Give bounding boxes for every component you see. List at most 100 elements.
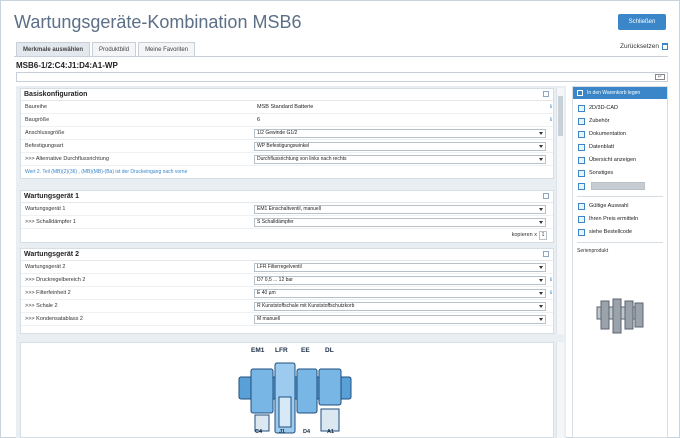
overview-icon — [578, 157, 585, 164]
collapse-icon[interactable] — [543, 91, 549, 97]
tab-merkmale[interactable]: Merkmale auswählen — [16, 42, 91, 56]
row-baugroesse: Baugröße 6 ℹ — [21, 114, 553, 127]
row-label: >>> Schalldämpfer 1 — [25, 219, 76, 225]
unit-label-lfr: LFR — [275, 347, 288, 354]
wartung1-panel: Wartungsgerät 1 Wartungsgerät 1 EM1 Eins… — [20, 190, 554, 243]
documentation-link[interactable]: Dokumentation — [573, 128, 667, 141]
row-filter: >>> Filterfeinheit 2 E 40 µm ℹ — [21, 287, 553, 300]
tab-divider — [14, 56, 668, 57]
collapse-icon[interactable] — [543, 251, 549, 257]
divider — [577, 242, 663, 243]
close-button[interactable]: Schließen — [618, 14, 666, 30]
schalldaempfer-select[interactable]: S Schalldämpfer — [254, 218, 546, 227]
cad-icon — [578, 105, 585, 112]
add-to-cart-label: In den Warenkorb legen — [587, 90, 641, 96]
overview-link[interactable]: Übersicht anzeigen — [573, 154, 667, 167]
filter-select[interactable]: E 40 µm — [254, 289, 546, 298]
quantity-icon — [578, 183, 585, 190]
misc-link[interactable]: Sonstiges — [573, 167, 667, 180]
row-wartungsgeraet1: Wartungsgerät 1 EM1 Einschaltventil, man… — [21, 203, 553, 216]
tab-bar: Merkmale auswählen Produktbild Meine Fav… — [16, 42, 197, 56]
row-druckregel: >>> Druckregelbereich 2 D7 0,5 ... 12 ba… — [21, 274, 553, 287]
misc-icon — [578, 170, 585, 177]
check-icon — [578, 203, 585, 210]
row-label: >>> Alternative Durchflussrichtung — [25, 156, 109, 162]
row-label: >>> Filterfeinheit 2 — [25, 290, 71, 296]
row-label: >>> Schale 2 — [25, 303, 58, 309]
unit-code-d4: D4 — [303, 429, 311, 435]
wartungsgeraet1-select[interactable]: EM1 Einschaltventil, manuell — [254, 205, 546, 214]
row-value: MSB Standard Batterie — [257, 104, 314, 110]
chevron-down-icon — [539, 305, 543, 308]
quantity-input[interactable] — [591, 182, 645, 190]
accessory-icon — [578, 118, 585, 125]
document-icon — [578, 131, 585, 138]
code-input[interactable]: ↵ — [16, 72, 668, 82]
copy-count-input[interactable]: 1 — [539, 231, 547, 240]
price-icon — [578, 216, 585, 223]
row-kondensat: >>> Kondensatablass 2 M manuell — [21, 313, 553, 326]
info-icon[interactable]: ℹ — [550, 101, 552, 114]
cart-icon — [577, 90, 583, 96]
chevron-down-icon — [539, 145, 543, 148]
serien-product-icon — [596, 298, 644, 334]
row-label: Wartungsgerät 1 — [25, 206, 66, 212]
valid-selection-status: Gültige Auswahl — [573, 200, 667, 213]
info-icon[interactable]: ℹ — [550, 114, 552, 127]
page-title: Wartungsgeräte-Kombination MSB6 — [14, 12, 302, 32]
row-befestigung: Befestigungsart WP Befestigungswinkel — [21, 140, 553, 153]
row-label: Befestigungsart — [25, 143, 64, 149]
add-to-cart-button[interactable]: In den Warenkorb legen — [573, 87, 667, 99]
befestigung-select[interactable]: WP Befestigungswinkel — [254, 142, 546, 151]
wartung1-title: Wartungsgerät 1 — [21, 191, 553, 203]
divider — [577, 196, 663, 197]
image-scrollbar[interactable] — [556, 342, 564, 438]
row-baureihe: Baureihe MSB Standard Batterie ℹ — [21, 101, 553, 114]
serien-label: Serienprodukt — [577, 248, 609, 254]
chevron-down-icon — [539, 318, 543, 321]
wartung2-panel: Wartungsgerät 2 Wartungsgerät 2 LFR Filt… — [20, 248, 554, 334]
row-schalldaempfer: >>> Schalldämpfer 1 S Schalldämpfer — [21, 216, 553, 229]
hint-link[interactable]: Wert 2. Teil (MB)(2)(36) , (MB)(MB)-(Ba)… — [21, 166, 553, 178]
row-label: >>> Druckregelbereich 2 — [25, 277, 86, 283]
info-icon[interactable]: ℹ — [550, 287, 552, 300]
collapse-icon[interactable] — [543, 193, 549, 199]
wartungsgeraet2-select[interactable]: LFR Filterregelventil — [254, 263, 546, 272]
tab-favoriten[interactable]: Meine Favoriten — [138, 42, 196, 56]
info-icon[interactable]: ℹ — [550, 274, 552, 287]
anschluss-select[interactable]: 1/2 Gewinde G1/2 — [254, 129, 546, 138]
unit-code-j1: J1 — [279, 429, 286, 435]
datasheet-icon — [578, 144, 585, 151]
datasheet-link[interactable]: Datenblatt — [573, 141, 667, 154]
kondensat-select[interactable]: M manuell — [254, 315, 546, 324]
accessory-link[interactable]: Zubehör — [573, 115, 667, 128]
copy-row: kopieren x 1 — [21, 229, 553, 242]
cad-link[interactable]: 2D/3D-CAD — [573, 102, 667, 115]
tab-produktbild[interactable]: Produktbild — [92, 42, 137, 56]
config-scrollbar[interactable] — [556, 88, 564, 334]
chevron-down-icon — [539, 132, 543, 135]
enter-icon[interactable]: ↵ — [655, 74, 665, 80]
quantity-row — [573, 180, 667, 193]
trash-icon — [662, 43, 668, 50]
durchfluss-select[interactable]: Durchflussrichtung von links nach rechts — [254, 155, 546, 164]
basis-title: Basiskonfiguration — [21, 89, 553, 101]
price-link[interactable]: Ihren Preis ermitteln — [573, 213, 667, 226]
chevron-down-icon — [539, 279, 543, 282]
order-code-link[interactable]: siehe Bestellcode — [573, 226, 667, 239]
unit-label-em1: EM1 — [251, 347, 265, 354]
copy-label: kopieren x — [511, 232, 537, 238]
reset-button[interactable]: Zurücksetzen — [620, 43, 668, 50]
row-schale: >>> Schale 2 R Kunststoffschale mit Kuns… — [21, 300, 553, 313]
schale-select[interactable]: R Kunststoffschale mit Kunststoffschutzk… — [254, 302, 546, 311]
product-code: MSB6-1/2:C4:J1:D4:A1-WP — [16, 61, 118, 70]
scrollbar-thumb[interactable] — [558, 96, 563, 136]
unit-label-ee: EE — [301, 347, 310, 354]
row-anschluss: Anschlussgröße 1/2 Gewinde G1/2 — [21, 127, 553, 140]
chevron-down-icon — [539, 208, 543, 211]
product-image-panel: EM1 LFR EE DL C4 J1 D4 A1 — [20, 342, 554, 438]
info-icon — [578, 229, 585, 236]
row-label: >>> Kondensatablass 2 — [25, 316, 83, 322]
druckregel-select[interactable]: D7 0,5 ... 12 bar — [254, 276, 546, 285]
chevron-down-icon — [539, 158, 543, 161]
